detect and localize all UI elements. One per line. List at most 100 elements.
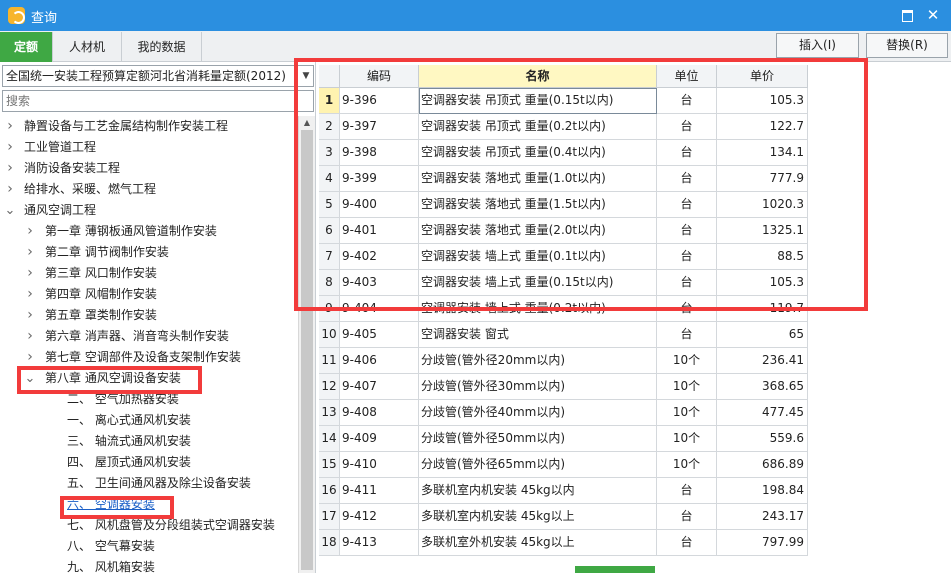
- table-cell-no[interactable]: 14: [319, 426, 340, 452]
- table-cell-code[interactable]: 9-406: [340, 348, 419, 374]
- scrollbar-thumb[interactable]: [301, 130, 313, 570]
- table-cell-unit[interactable]: 台: [657, 114, 717, 140]
- table-cell-price[interactable]: 65: [717, 322, 808, 348]
- column-header-price[interactable]: 单价: [717, 65, 808, 88]
- table-cell-code[interactable]: 9-402: [340, 244, 419, 270]
- table-cell-code[interactable]: 9-403: [340, 270, 419, 296]
- tree-item[interactable]: › 第六章 消声器、消音弯头制作安装: [0, 326, 298, 347]
- tree-item[interactable]: › 给排水、采暖、燃气工程: [0, 179, 298, 200]
- table-cell-name[interactable]: 多联机室内机安装 45kg以内: [419, 478, 657, 504]
- table-cell-price[interactable]: 1020.3: [717, 192, 808, 218]
- chevron-down-icon[interactable]: ⌄: [4, 200, 16, 221]
- table-cell-name[interactable]: 分歧管(管外径30mm以内): [419, 374, 657, 400]
- chevron-right-icon[interactable]: ›: [24, 284, 36, 305]
- table-cell-unit[interactable]: 台: [657, 322, 717, 348]
- quota-library-select[interactable]: 全国统一安装工程预算定额河北省消耗量定额(2012) ▼: [2, 65, 314, 87]
- table-cell-name[interactable]: 空调器安装 窗式: [419, 322, 657, 348]
- table-cell-price[interactable]: 777.9: [717, 166, 808, 192]
- table-cell-no[interactable]: 7: [319, 244, 340, 270]
- insert-button[interactable]: 插入(I): [776, 33, 859, 58]
- tree-item[interactable]: ⌄ 通风空调工程: [0, 200, 298, 221]
- tree-item[interactable]: 八、 空气幕安装: [0, 536, 298, 557]
- chevron-right-icon[interactable]: ›: [24, 305, 36, 326]
- table-cell-price[interactable]: 686.89: [717, 452, 808, 478]
- chevron-right-icon[interactable]: ›: [24, 221, 36, 242]
- tree-item[interactable]: 三、 轴流式通风机安装: [0, 431, 298, 452]
- table-cell-no[interactable]: 10: [319, 322, 340, 348]
- table-cell-unit[interactable]: 台: [657, 166, 717, 192]
- table-cell-price[interactable]: 477.45: [717, 400, 808, 426]
- table-cell-unit[interactable]: 台: [657, 270, 717, 296]
- chevron-right-icon[interactable]: ›: [24, 242, 36, 263]
- table-cell-name[interactable]: 分歧管(管外径40mm以内): [419, 400, 657, 426]
- table-cell-code[interactable]: 9-411: [340, 478, 419, 504]
- tree-item[interactable]: › 第七章 空调部件及设备支架制作安装: [0, 347, 298, 368]
- tree-item[interactable]: ⌄ 第八章 通风空调设备安装: [0, 368, 298, 389]
- tree-item[interactable]: › 工业管道工程: [0, 137, 298, 158]
- table-cell-name[interactable]: 空调器安装 吊顶式 重量(0.4t以内): [419, 140, 657, 166]
- table-cell-code[interactable]: 9-404: [340, 296, 419, 322]
- table-cell-price[interactable]: 122.7: [717, 114, 808, 140]
- table-cell-code[interactable]: 9-409: [340, 426, 419, 452]
- table-cell-price[interactable]: 105.3: [717, 88, 808, 114]
- chevron-right-icon[interactable]: ›: [4, 137, 16, 158]
- tab-labor-material-machine[interactable]: 人材机: [53, 32, 122, 62]
- table-cell-unit[interactable]: 台: [657, 504, 717, 530]
- column-header-code[interactable]: 编码: [340, 65, 419, 88]
- search-input[interactable]: [2, 90, 314, 112]
- table-cell-name[interactable]: 多联机室外机安装 45kg以上: [419, 530, 657, 556]
- table-cell-name[interactable]: 分歧管(管外径20mm以内): [419, 348, 657, 374]
- close-icon[interactable]: ✕: [924, 6, 942, 24]
- table-cell-no[interactable]: 13: [319, 400, 340, 426]
- table-cell-no[interactable]: 4: [319, 166, 340, 192]
- tree-item[interactable]: 五、 卫生间通风器及除尘设备安装: [0, 473, 298, 494]
- chevron-down-icon[interactable]: ▼: [299, 66, 313, 86]
- tree-item[interactable]: › 第四章 风帽制作安装: [0, 284, 298, 305]
- table-cell-no[interactable]: 16: [319, 478, 340, 504]
- table-cell-no[interactable]: 3: [319, 140, 340, 166]
- table-cell-unit[interactable]: 台: [657, 296, 717, 322]
- table-cell-no[interactable]: 1: [319, 88, 340, 114]
- table-cell-code[interactable]: 9-399: [340, 166, 419, 192]
- table-cell-no[interactable]: 11: [319, 348, 340, 374]
- table-cell-price[interactable]: 368.65: [717, 374, 808, 400]
- column-header-name[interactable]: 名称: [419, 65, 657, 88]
- table-cell-code[interactable]: 9-405: [340, 322, 419, 348]
- table-cell-code[interactable]: 9-396: [340, 88, 419, 114]
- table-cell-no[interactable]: 2: [319, 114, 340, 140]
- replace-button[interactable]: 替换(R): [866, 33, 948, 58]
- chevron-right-icon[interactable]: ›: [4, 179, 16, 200]
- chevron-right-icon[interactable]: ›: [4, 158, 16, 179]
- tab-my-data[interactable]: 我的数据: [122, 32, 202, 62]
- tree-item[interactable]: › 第三章 风口制作安装: [0, 263, 298, 284]
- table-cell-code[interactable]: 9-398: [340, 140, 419, 166]
- minimize-icon[interactable]: [898, 6, 916, 24]
- table-cell-unit[interactable]: 台: [657, 478, 717, 504]
- table-cell-unit[interactable]: 台: [657, 244, 717, 270]
- table-cell-unit[interactable]: 台: [657, 218, 717, 244]
- table-cell-name[interactable]: 空调器安装 墙上式 重量(0.1t以内): [419, 244, 657, 270]
- chevron-right-icon[interactable]: ›: [4, 116, 16, 137]
- tree-item[interactable]: 一、 离心式通风机安装: [0, 410, 298, 431]
- table-cell-name[interactable]: 空调器安装 落地式 重量(1.5t以内): [419, 192, 657, 218]
- table-cell-unit[interactable]: 10个: [657, 452, 717, 478]
- table-cell-price[interactable]: 134.1: [717, 140, 808, 166]
- table-cell-code[interactable]: 9-410: [340, 452, 419, 478]
- table-cell-code[interactable]: 9-407: [340, 374, 419, 400]
- tree-item[interactable]: › 第五章 罩类制作安装: [0, 305, 298, 326]
- tree-item[interactable]: 六、 空调器安装: [0, 494, 298, 515]
- tree-item[interactable]: 二、 空气加热器安装: [0, 389, 298, 410]
- table-cell-no[interactable]: 5: [319, 192, 340, 218]
- table-cell-no[interactable]: 17: [319, 504, 340, 530]
- table-cell-code[interactable]: 9-408: [340, 400, 419, 426]
- table-cell-name[interactable]: 空调器安装 墙上式 重量(0.15t以内): [419, 270, 657, 296]
- tab-quota[interactable]: 定额: [0, 32, 53, 62]
- chevron-right-icon[interactable]: ›: [24, 326, 36, 347]
- table-cell-name[interactable]: 多联机室内机安装 45kg以上: [419, 504, 657, 530]
- tree-item[interactable]: › 静置设备与工艺金属结构制作安装工程: [0, 116, 298, 137]
- table-cell-name[interactable]: 空调器安装 吊顶式 重量(0.2t以内): [419, 114, 657, 140]
- tree-item[interactable]: › 第二章 调节阀制作安装: [0, 242, 298, 263]
- table-cell-price[interactable]: 243.17: [717, 504, 808, 530]
- table-cell-unit[interactable]: 10个: [657, 426, 717, 452]
- table-cell-name[interactable]: 空调器安装 墙上式 重量(0.2t以内): [419, 296, 657, 322]
